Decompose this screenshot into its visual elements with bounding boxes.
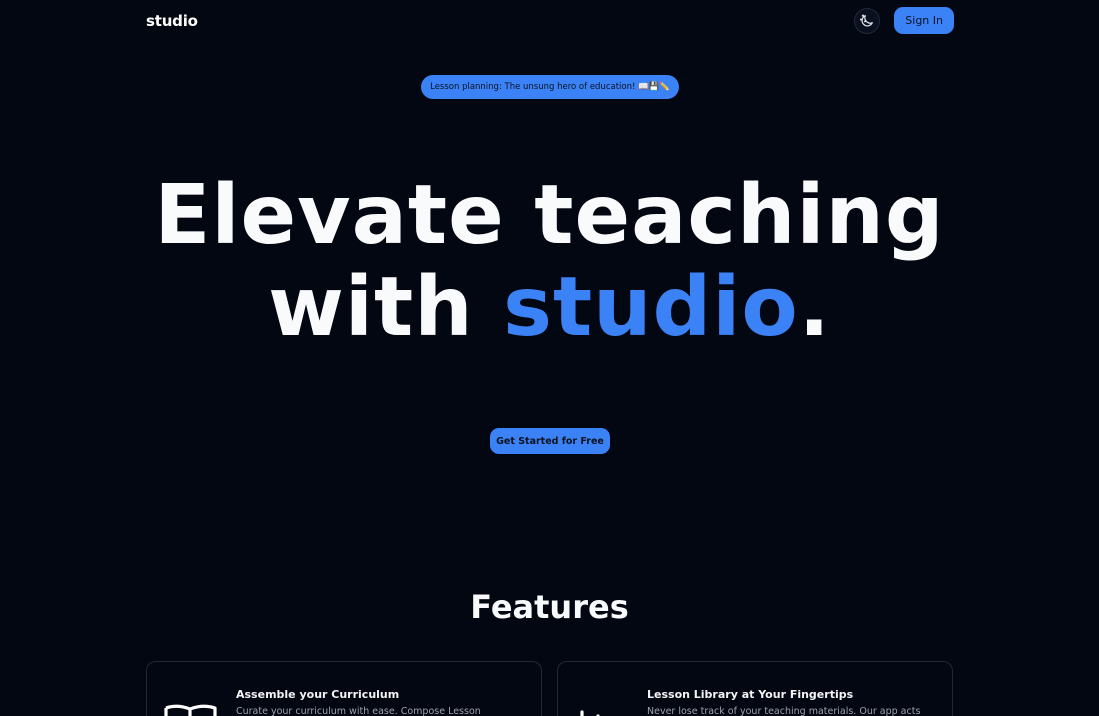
feature-card-curriculum: Assemble your Curriculum Curate your cur… [146, 661, 542, 716]
feature-title: Lesson Library at Your Fingertips [647, 688, 854, 701]
announcement-pill[interactable]: Lesson planning: The unsung hero of educ… [421, 75, 679, 99]
sign-in-button[interactable]: Sign In [894, 7, 954, 34]
feature-description: Never lose track of your teaching materi… [647, 706, 921, 716]
book-open-icon [164, 704, 217, 716]
hero-heading: Elevate teaching with studio. [0, 170, 1099, 354]
top-nav: studio Sign In [146, 7, 954, 34]
theme-toggle-button[interactable] [854, 7, 881, 34]
hero-line-2-prefix: with [268, 260, 504, 355]
hero-line-2: with studio. [0, 262, 1099, 354]
features-heading: Features [470, 588, 629, 626]
moon-sparkle-icon [860, 13, 874, 26]
landing-page: studio Sign In Lesson planning: The unsu… [0, 0, 1099, 716]
hero-brand-accent: studio [503, 260, 799, 355]
feature-title: Assemble your Curriculum [236, 688, 400, 701]
brand-logo[interactable]: studio [146, 12, 198, 30]
hero-period: . [798, 260, 831, 355]
feature-description: Curate your curriculum with ease. Compos… [236, 706, 481, 716]
get-started-button[interactable]: Get Started for Free [490, 428, 610, 454]
hero-line-1: Elevate teaching [154, 168, 945, 263]
header-actions: Sign In [854, 7, 954, 34]
library-icon [580, 710, 600, 716]
feature-card-library: Lesson Library at Your Fingertips Never … [557, 661, 953, 716]
